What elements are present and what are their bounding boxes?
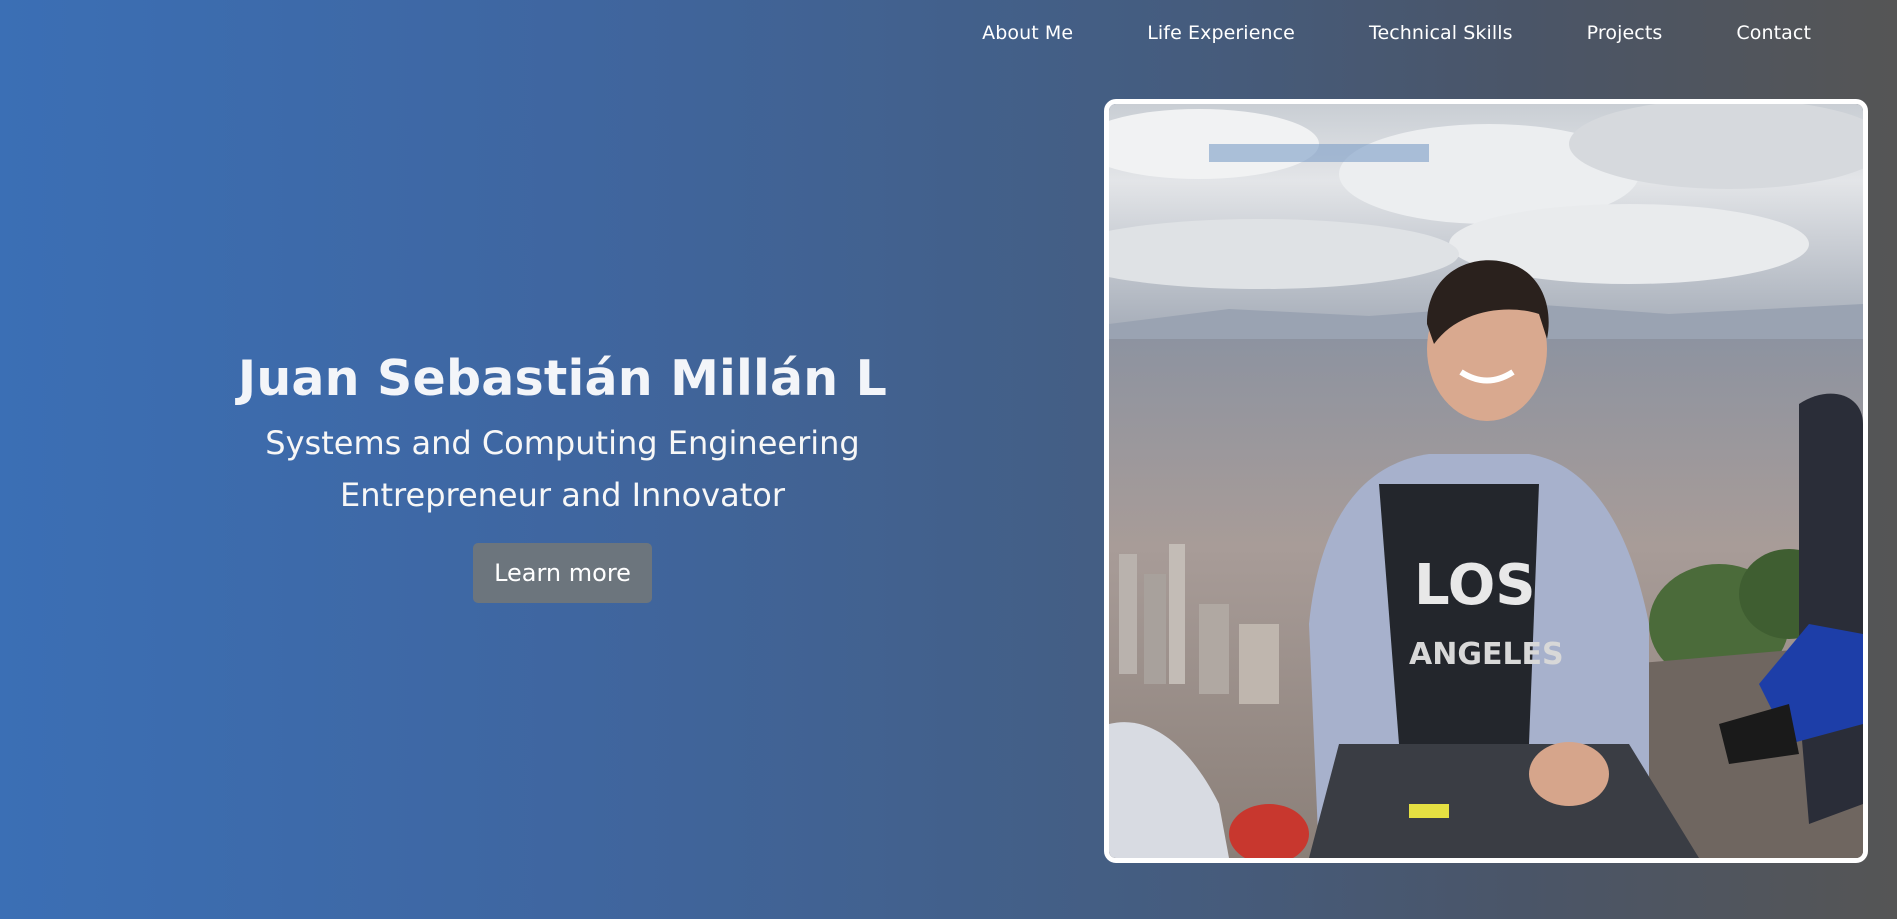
nav-contact[interactable]: Contact: [1736, 22, 1811, 44]
main-nav: About Me Life Experience Technical Skill…: [908, 0, 1897, 66]
hero-name: Juan Sebastián Millán L: [237, 350, 888, 407]
nav-technical-skills[interactable]: Technical Skills: [1369, 22, 1513, 44]
hero-subtitle-engineering: Systems and Computing Engineering: [265, 424, 860, 462]
profile-photo-image: LOS ANGELES: [1109, 104, 1863, 858]
nav-projects[interactable]: Projects: [1587, 22, 1663, 44]
nav-about-me[interactable]: About Me: [982, 22, 1073, 44]
svg-text:ANGELES: ANGELES: [1409, 637, 1564, 672]
hero-section: Juan Sebastián Millán L Systems and Comp…: [230, 350, 895, 603]
hero-subtitle-entrepreneur: Entrepreneur and Innovator: [340, 476, 785, 514]
profile-photo: LOS ANGELES: [1104, 99, 1868, 863]
svg-text:LOS: LOS: [1414, 553, 1536, 618]
learn-more-button[interactable]: Learn more: [473, 543, 652, 603]
nav-life-experience[interactable]: Life Experience: [1147, 22, 1295, 44]
